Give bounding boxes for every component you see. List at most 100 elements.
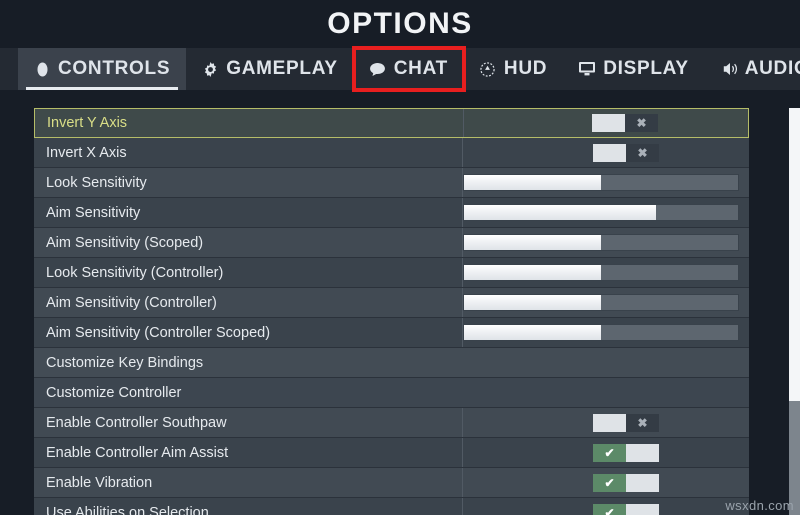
tab-label: HUD bbox=[503, 58, 548, 79]
slider-fill bbox=[464, 295, 601, 310]
setting-label: Look Sensitivity bbox=[46, 174, 147, 191]
setting-control bbox=[462, 258, 753, 287]
reticle-icon bbox=[480, 61, 496, 77]
cross-icon: ✖ bbox=[637, 415, 648, 430]
setting-control bbox=[462, 318, 753, 347]
setting-label: Enable Controller Aim Assist bbox=[46, 444, 229, 461]
slider-fill bbox=[464, 325, 601, 340]
slider-fill bbox=[464, 265, 601, 280]
toggle-no-option[interactable]: ✖ bbox=[626, 413, 659, 432]
settings-row[interactable]: Aim Sensitivity (Controller) bbox=[34, 288, 749, 318]
settings-row[interactable]: Invert Y Axis ✖ bbox=[34, 108, 749, 138]
settings-row[interactable]: Aim Sensitivity bbox=[34, 198, 749, 228]
tab-chat[interactable]: CHAT bbox=[351, 46, 466, 92]
settings-row[interactable]: Aim Sensitivity (Controller Scoped) bbox=[34, 318, 749, 348]
settings-row[interactable]: Look Sensitivity (Controller) bbox=[34, 258, 749, 288]
toggle-switch[interactable]: ✖ bbox=[592, 114, 658, 132]
options-screen: OPTIONS CONTROLS GAMEPLAY CHAT HUD DISPLAY AU… bbox=[0, 0, 800, 515]
setting-control bbox=[462, 288, 753, 317]
slider-track[interactable] bbox=[463, 234, 739, 251]
tab-audio[interactable]: AUDIO bbox=[705, 48, 800, 90]
settings-row[interactable]: Look Sensitivity bbox=[34, 168, 749, 198]
cross-icon: ✖ bbox=[637, 145, 648, 160]
settings-panel: Invert Y Axis ✖ Invert X Axis ✖ Look Sensiti… bbox=[34, 108, 768, 515]
watermark: wsxdn.com bbox=[725, 498, 794, 513]
toggle-no-option[interactable] bbox=[626, 503, 659, 515]
setting-control bbox=[462, 198, 753, 227]
tab-label: GAMEPLAY bbox=[226, 58, 338, 79]
slider-track[interactable] bbox=[463, 264, 739, 281]
slider-track[interactable] bbox=[463, 324, 739, 341]
setting-label: Aim Sensitivity (Controller) bbox=[46, 294, 217, 311]
slider-track[interactable] bbox=[463, 294, 739, 311]
settings-row[interactable]: Use Abilities on Selection ✔ bbox=[34, 498, 749, 515]
toggle-switch[interactable]: ✔ bbox=[593, 473, 659, 492]
slider-fill bbox=[464, 205, 656, 220]
toggle-yes-option[interactable]: ✔ bbox=[593, 443, 626, 462]
setting-label: Customize Controller bbox=[46, 384, 182, 401]
setting-label: Enable Vibration bbox=[46, 474, 153, 491]
setting-label: Invert Y Axis bbox=[47, 115, 128, 131]
toggle-yes-option[interactable]: ✔ bbox=[593, 503, 626, 515]
setting-label: Customize Key Bindings bbox=[46, 354, 204, 371]
settings-scrollbar[interactable] bbox=[789, 108, 800, 515]
tab-bar: CONTROLS GAMEPLAY CHAT HUD DISPLAY AUDIO bbox=[0, 46, 800, 92]
setting-label: Use Abilities on Selection bbox=[46, 504, 209, 515]
settings-row[interactable]: Customize Controller bbox=[34, 378, 749, 408]
tab-controls[interactable]: CONTROLS bbox=[18, 48, 187, 90]
settings-row[interactable]: Invert X Axis ✖ bbox=[34, 138, 749, 168]
tab-hud[interactable]: HUD bbox=[464, 48, 563, 90]
monitor-icon bbox=[579, 61, 596, 77]
mouse-icon bbox=[34, 61, 50, 77]
setting-label: Aim Sensitivity bbox=[46, 204, 141, 221]
tab-label: AUDIO bbox=[744, 58, 800, 79]
toggle-switch[interactable]: ✖ bbox=[593, 143, 659, 162]
scrollbar-thumb[interactable] bbox=[789, 108, 800, 402]
setting-label: Aim Sensitivity (Scoped) bbox=[46, 234, 204, 251]
speech-bubble-icon bbox=[370, 61, 386, 77]
toggle-no-option[interactable] bbox=[626, 443, 659, 462]
settings-row[interactable]: Enable Vibration ✔ bbox=[34, 468, 749, 498]
setting-control: ✔ bbox=[462, 468, 749, 497]
toggle-no-option[interactable]: ✖ bbox=[626, 143, 659, 162]
setting-label: Invert X Axis bbox=[46, 144, 127, 161]
tab-display[interactable]: DISPLAY bbox=[563, 48, 705, 90]
speaker-icon bbox=[721, 61, 737, 77]
toggle-yes-option[interactable] bbox=[592, 114, 625, 132]
setting-control: ✔ bbox=[462, 438, 749, 467]
tab-label: CHAT bbox=[393, 58, 448, 79]
page-title: OPTIONS bbox=[327, 7, 473, 40]
setting-control bbox=[462, 168, 753, 197]
setting-label: Aim Sensitivity (Controller Scoped) bbox=[46, 324, 271, 341]
settings-list: Invert Y Axis ✖ Invert X Axis ✖ Look Sensiti… bbox=[34, 108, 749, 515]
gear-icon bbox=[202, 61, 218, 77]
setting-label: Look Sensitivity (Controller) bbox=[46, 264, 224, 281]
check-icon: ✔ bbox=[604, 505, 615, 515]
tab-gameplay[interactable]: GAMEPLAY bbox=[186, 48, 354, 90]
toggle-switch[interactable]: ✖ bbox=[593, 413, 659, 432]
check-icon: ✔ bbox=[604, 445, 615, 460]
settings-row[interactable]: Enable Controller Southpaw ✖ bbox=[34, 408, 749, 438]
slider-fill bbox=[464, 175, 601, 190]
settings-row[interactable]: Enable Controller Aim Assist ✔ bbox=[34, 438, 749, 468]
toggle-yes-option[interactable] bbox=[593, 413, 626, 432]
toggle-no-option[interactable] bbox=[626, 473, 659, 492]
setting-control bbox=[462, 228, 753, 257]
slider-track[interactable] bbox=[463, 204, 739, 221]
toggle-yes-option[interactable]: ✔ bbox=[593, 473, 626, 492]
setting-control: ✖ bbox=[462, 138, 749, 167]
toggle-switch[interactable]: ✔ bbox=[593, 503, 659, 515]
slider-fill bbox=[464, 235, 601, 250]
toggle-no-option[interactable]: ✖ bbox=[625, 114, 658, 132]
settings-row[interactable]: Customize Key Bindings bbox=[34, 348, 749, 378]
setting-label: Enable Controller Southpaw bbox=[46, 414, 227, 431]
slider-track[interactable] bbox=[463, 174, 739, 191]
settings-row[interactable]: Aim Sensitivity (Scoped) bbox=[34, 228, 749, 258]
tab-label: CONTROLS bbox=[58, 58, 171, 79]
toggle-yes-option[interactable] bbox=[593, 143, 626, 162]
toggle-switch[interactable]: ✔ bbox=[593, 443, 659, 462]
setting-control: ✖ bbox=[462, 408, 749, 437]
tab-label: DISPLAY bbox=[603, 58, 689, 79]
setting-control: ✖ bbox=[463, 109, 748, 137]
check-icon: ✔ bbox=[604, 475, 615, 490]
